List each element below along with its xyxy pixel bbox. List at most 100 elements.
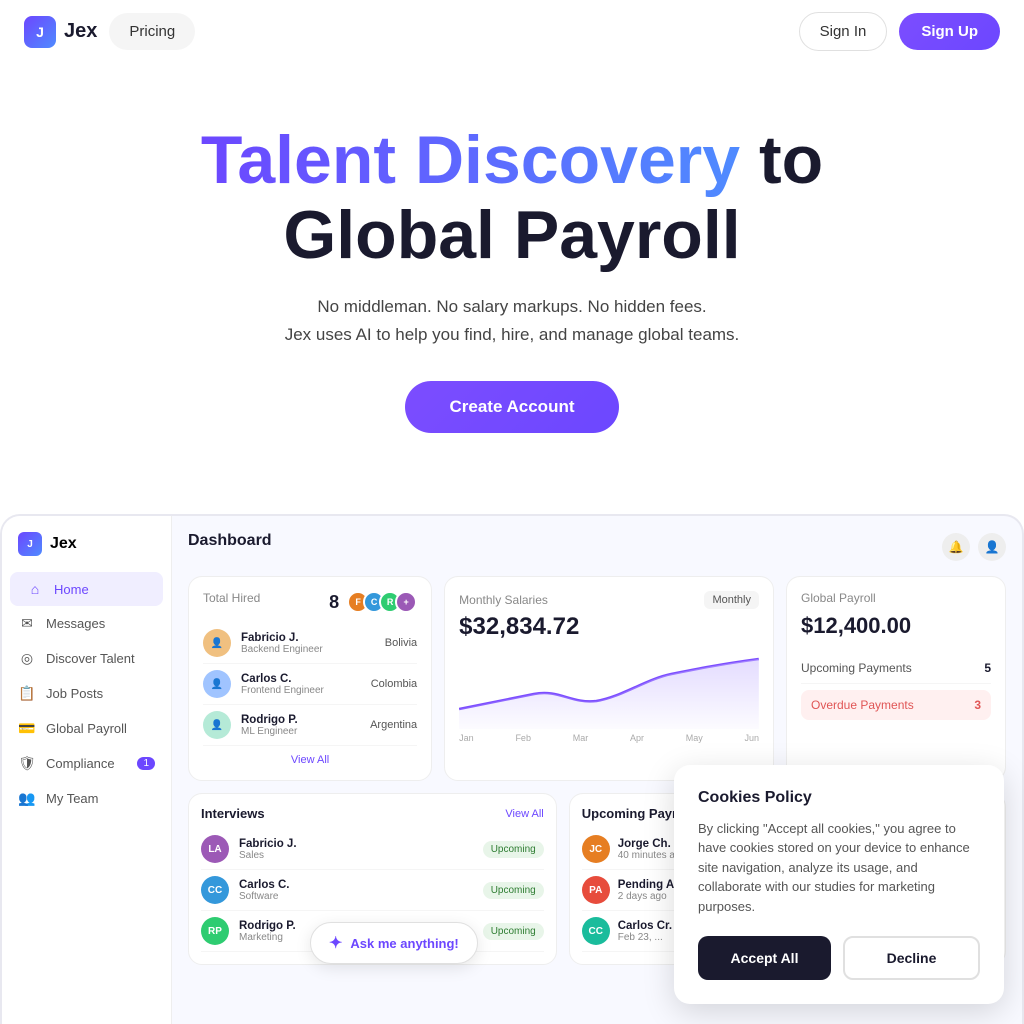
- sidebar-item-jobs[interactable]: 📋 Job Posts: [2, 676, 171, 711]
- profile-icon[interactable]: 👤: [978, 533, 1006, 561]
- total-hired-card: Total Hired 8 F C R + 👤: [188, 576, 432, 781]
- sidebar-item-payroll[interactable]: 💳 Global Payroll: [2, 711, 171, 746]
- overdue-count: 3: [974, 698, 981, 712]
- sidebar-item-label: Discover Talent: [46, 651, 135, 666]
- upcoming-payments-row: Upcoming Payments 5: [801, 653, 991, 684]
- interview-info: Carlos C. Software: [239, 879, 290, 902]
- sidebar-item-discover[interactable]: ◎ Discover Talent: [2, 641, 171, 676]
- employee-name: Fabricio J.: [241, 632, 323, 644]
- table-row: 👤 Fabricio J. Backend Engineer Bolivia: [203, 623, 417, 664]
- total-hired-right: 8 F C R +: [329, 591, 417, 613]
- monthly-salaries-card: Monthly Salaries Monthly $32,834.72: [444, 576, 774, 781]
- compliance-badge: 1: [137, 757, 155, 770]
- employee-role: Backend Engineer: [241, 644, 323, 655]
- dashboard-header-row: Dashboard 🔔 👤: [188, 532, 1006, 562]
- view-all-button[interactable]: View All: [203, 746, 417, 766]
- interviews-view-all[interactable]: View All: [505, 808, 543, 820]
- global-payroll-card: Global Payroll $12,400.00 Upcoming Payme…: [786, 576, 1006, 781]
- chart-label-jan: Jan: [459, 733, 474, 743]
- interview-info: Rodrigo P. Marketing: [239, 920, 296, 943]
- sidebar-item-label: Home: [54, 582, 89, 597]
- cookie-buttons: Accept All Decline: [698, 936, 980, 980]
- logo-name: Jex: [64, 20, 97, 43]
- sidebar: J Jex ⌂ Home ✉ Messages ◎ Discover Talen…: [2, 516, 172, 1024]
- employee-country: Colombia: [371, 678, 417, 690]
- sidebar-item-label: Messages: [46, 616, 105, 631]
- avatar-group: F C R +: [347, 591, 417, 613]
- chart-label-feb: Feb: [515, 733, 531, 743]
- logo[interactable]: J Jex: [24, 16, 97, 48]
- payment-sub: 2 days ago: [618, 891, 678, 902]
- interviews-title: Interviews: [201, 806, 265, 821]
- chart-label-may: May: [686, 733, 703, 743]
- employee-avatar: 👤: [203, 670, 231, 698]
- discover-icon: ◎: [18, 650, 36, 667]
- hero-subtitle1: No middleman. No salary markups. No hidd…: [20, 297, 1004, 317]
- employee-country: Bolivia: [385, 637, 417, 649]
- logo-icon: J: [24, 16, 56, 48]
- sidebar-item-home[interactable]: ⌂ Home: [10, 572, 163, 606]
- pricing-button[interactable]: Pricing: [109, 13, 195, 50]
- interview-name: Carlos C.: [239, 879, 290, 891]
- payment-info: Carlos Cr. Feb 23, ...: [618, 920, 672, 943]
- salary-title: Monthly Salaries: [459, 593, 548, 607]
- cards-row: Total Hired 8 F C R + 👤: [188, 576, 1006, 781]
- signup-button[interactable]: Sign Up: [899, 13, 1000, 50]
- interview-avatar: CC: [201, 876, 229, 904]
- payroll-title: Global Payroll: [801, 591, 991, 605]
- employee-role: Frontend Engineer: [241, 685, 324, 696]
- total-hired-count: 8: [329, 592, 339, 613]
- payment-avatar: JC: [582, 835, 610, 863]
- signin-button[interactable]: Sign In: [799, 12, 888, 51]
- table-row: 👤 Rodrigo P. ML Engineer Argentina: [203, 705, 417, 746]
- payroll-icon: 💳: [18, 720, 36, 737]
- chart-labels: Jan Feb Mar Apr May Jun: [459, 733, 759, 743]
- chart-label-apr: Apr: [630, 733, 644, 743]
- cookie-banner: Cookies Policy By clicking "Accept all c…: [674, 765, 1004, 1005]
- list-item: LA Fabricio J. Sales Upcoming: [201, 829, 544, 870]
- monthly-filter[interactable]: Monthly: [704, 591, 759, 609]
- team-icon: 👥: [18, 790, 36, 807]
- interview-status: Upcoming: [483, 923, 544, 940]
- overdue-label: Overdue Payments: [811, 698, 914, 712]
- interview-info: Fabricio J. Sales: [239, 838, 297, 861]
- employee-info: Rodrigo P. ML Engineer: [241, 714, 298, 737]
- sidebar-item-compliance[interactable]: 🛡 Compliance 1: [2, 746, 171, 781]
- accept-cookies-button[interactable]: Accept All: [698, 936, 831, 980]
- salary-header: Monthly Salaries Monthly: [459, 591, 759, 609]
- hero-subtitle2: Jex uses AI to help you find, hire, and …: [20, 325, 1004, 345]
- jobs-icon: 📋: [18, 685, 36, 702]
- total-hired-label: Total Hired: [203, 591, 260, 605]
- total-hired-header: Total Hired 8 F C R +: [203, 591, 417, 613]
- sidebar-item-myteam[interactable]: 👥 My Team: [2, 781, 171, 816]
- sidebar-item-label: Compliance: [46, 756, 115, 771]
- cookie-text: By clicking "Accept all cookies," you ag…: [698, 819, 980, 917]
- overdue-payments-row: Overdue Payments 3: [801, 690, 991, 720]
- ai-ask-button[interactable]: ✦ Ask me anything!: [310, 922, 478, 964]
- sidebar-item-label: Job Posts: [46, 686, 103, 701]
- interview-avatar: LA: [201, 835, 229, 863]
- cookie-title: Cookies Policy: [698, 789, 980, 807]
- notification-icon[interactable]: 🔔: [942, 533, 970, 561]
- navbar: J Jex Pricing Sign In Sign Up: [0, 0, 1024, 63]
- salary-amount: $32,834.72: [459, 613, 759, 641]
- payment-name: Pending A.: [618, 879, 678, 891]
- home-icon: ⌂: [26, 581, 44, 597]
- payment-avatar: PA: [582, 876, 610, 904]
- messages-icon: ✉: [18, 615, 36, 632]
- employee-info: Fabricio J. Backend Engineer: [241, 632, 323, 655]
- create-account-button[interactable]: Create Account: [405, 381, 618, 433]
- navbar-left: J Jex Pricing: [24, 13, 195, 50]
- interview-status: Upcoming: [483, 841, 544, 858]
- employee-country: Argentina: [370, 719, 417, 731]
- sidebar-item-messages[interactable]: ✉ Messages: [2, 606, 171, 641]
- interview-avatar: RP: [201, 917, 229, 945]
- header-icons: 🔔 👤: [942, 533, 1006, 561]
- hero-title: Talent Discovery toGlobal Payroll: [20, 123, 1004, 273]
- interview-role: Marketing: [239, 932, 296, 943]
- decline-cookies-button[interactable]: Decline: [843, 936, 980, 980]
- avatar-4: +: [395, 591, 417, 613]
- interview-role: Sales: [239, 850, 297, 861]
- chart-area: [459, 649, 759, 729]
- interview-status: Upcoming: [483, 882, 544, 899]
